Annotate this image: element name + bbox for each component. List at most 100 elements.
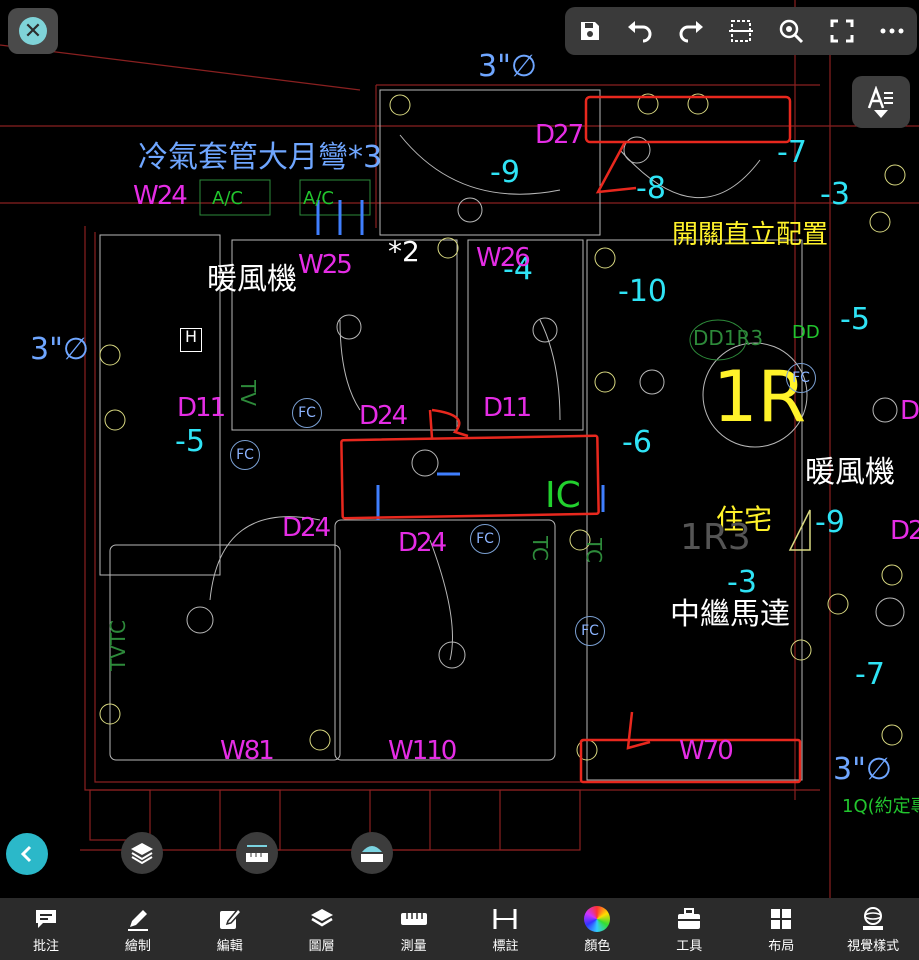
elevation-label: -8 (636, 171, 666, 206)
tvtc-label: TC (582, 538, 606, 564)
ac-label: A/C (303, 188, 334, 209)
elevation-label: -5 (840, 302, 870, 337)
more-button[interactable] (872, 11, 912, 51)
h-box: H (180, 328, 202, 352)
tvtc-label: TC (528, 536, 552, 562)
door-tag: D11 (177, 393, 226, 423)
tab-tools[interactable]: 工具 (643, 898, 735, 960)
pencil-icon (127, 909, 148, 931)
elevation-label: -9 (815, 505, 845, 540)
top-toolbar (565, 7, 917, 55)
tab-edit[interactable]: 編輯 (184, 898, 276, 960)
tab-dimension[interactable]: 標註 (460, 898, 552, 960)
undo-button[interactable] (620, 11, 660, 51)
tab-label: 批注 (32, 938, 59, 954)
area-measure-quick-button[interactable] (351, 832, 393, 874)
elevation-label: -10 (618, 274, 667, 309)
relay-motor-label: 中繼馬達 (670, 597, 790, 632)
tab-label: 工具 (676, 938, 703, 954)
note-label: 1Q(約定專 (842, 796, 919, 817)
text-style-button[interactable] (852, 76, 910, 128)
door-tag: D (900, 396, 919, 426)
tab-label: 繪制 (124, 938, 151, 954)
tab-label: 顏色 (584, 938, 611, 954)
area-measure-icon (361, 846, 383, 862)
undo-icon (628, 21, 652, 43)
bottom-tab-bar: 批注 繪制 編輯 圖層 測量 標註 顏色 工具 布局 視覺樣式 (0, 898, 919, 960)
fullscreen-icon (830, 19, 854, 43)
heater-label: 暖風機 (207, 262, 297, 297)
room-code-label: 1R3 (680, 517, 751, 558)
dimension-icon (493, 908, 517, 929)
elevation-label: -3 (727, 565, 757, 600)
layers-quick-button[interactable] (121, 832, 163, 874)
fan-coil-marker: FC (292, 398, 322, 428)
layout-icon (771, 908, 792, 929)
pipe-label: 3"∅ (478, 49, 538, 84)
window-tag: W70 (679, 736, 734, 766)
fan-coil-marker: FC (230, 440, 260, 470)
door-tag: D2 (890, 516, 919, 546)
chevron-left-icon (20, 845, 32, 863)
fan-coil-marker: FC (470, 524, 500, 554)
count-label: *2 (388, 235, 420, 268)
door-tag: D11 (483, 393, 532, 423)
back-button[interactable] (6, 833, 48, 875)
edit-icon (219, 907, 242, 929)
zoom-button[interactable] (771, 11, 811, 51)
heater-label: 暖風機 (805, 455, 895, 490)
redo-icon (679, 21, 703, 43)
fan-coil-marker: FC (786, 363, 816, 393)
door-tag: D24 (398, 528, 447, 558)
chevron-down-icon (874, 110, 888, 118)
window-tag: W110 (388, 736, 457, 766)
window-tag: W26 (476, 243, 531, 273)
door-tag: D27 (535, 120, 584, 150)
window-tag: W81 (220, 736, 275, 766)
zoom-icon (780, 19, 804, 44)
measure-icon (246, 845, 268, 862)
section-view-icon (728, 20, 753, 42)
layers-icon (310, 908, 333, 926)
tab-visual-style[interactable]: 視覺樣式 (827, 898, 919, 960)
fan-coil-marker: FC (575, 616, 605, 646)
tab-label: 布局 (768, 938, 795, 954)
elevation-label: -5 (175, 424, 205, 459)
comment-icon (35, 909, 56, 928)
pipe-label: 3"∅ (30, 332, 90, 367)
dd1r3-label: DD1R3 (693, 326, 764, 350)
close-button[interactable]: ✕ (8, 8, 58, 54)
close-icon: ✕ (19, 17, 47, 45)
color-wheel-icon (584, 905, 611, 932)
elevation-label: -7 (777, 135, 807, 170)
save-button[interactable] (570, 11, 610, 51)
tab-color[interactable]: 顏色 (551, 898, 643, 960)
tab-draw[interactable]: 繪制 (92, 898, 184, 960)
elevation-label: -3 (820, 177, 850, 212)
section-button[interactable] (721, 11, 761, 51)
elevation-label: -6 (622, 425, 652, 460)
ruler-icon (400, 912, 427, 925)
redo-button[interactable] (671, 11, 711, 51)
tvtc-label: TV (236, 380, 260, 406)
fullscreen-button[interactable] (822, 11, 862, 51)
tvtc-label: TVTC (106, 620, 130, 671)
elevation-label: -7 (855, 657, 885, 692)
visual-style-icon (863, 906, 884, 930)
save-icon (581, 22, 600, 40)
ic-label: IC (545, 475, 581, 516)
window-tag: W24 (133, 181, 188, 211)
tab-layout[interactable]: 布局 (735, 898, 827, 960)
text-style-icon (867, 86, 893, 109)
tab-label: 視覺樣式 (847, 938, 900, 954)
tab-label: 標註 (492, 938, 519, 954)
tab-measure[interactable]: 測量 (368, 898, 460, 960)
tab-annotate[interactable]: 批注 (0, 898, 92, 960)
ac-label: A/C (212, 188, 243, 209)
tab-label: 編輯 (216, 938, 243, 954)
measure-quick-button[interactable] (236, 832, 278, 874)
tab-layers[interactable]: 圖層 (276, 898, 368, 960)
toolbox-icon (678, 907, 701, 929)
tab-label: 測量 (400, 938, 427, 954)
aircon-sleeve-label: 冷氣套管大月彎*3 (138, 140, 383, 175)
